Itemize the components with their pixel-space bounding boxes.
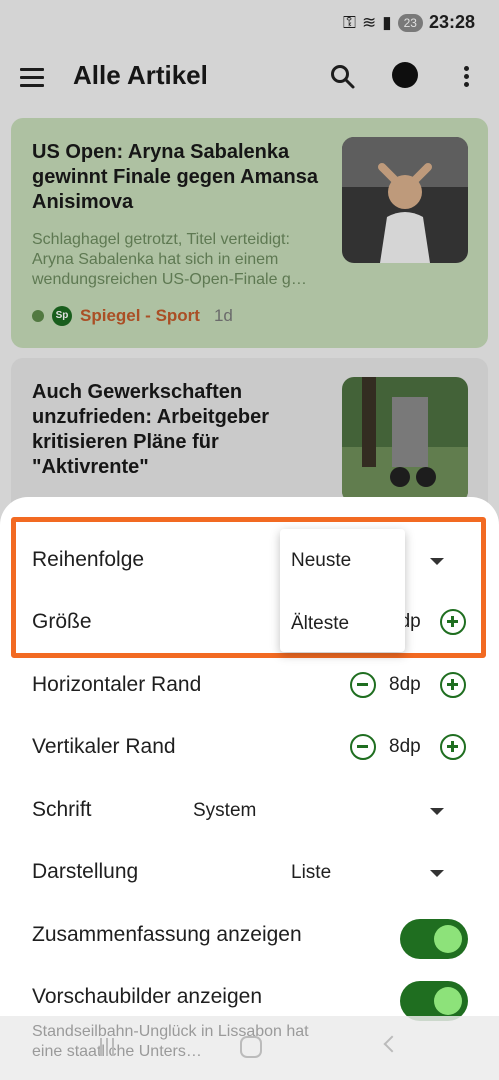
- toggle-knob: [434, 925, 462, 953]
- show-thumbnails-toggle[interactable]: [400, 981, 468, 1021]
- vertical-margin-label: Vertikaler Rand: [32, 735, 176, 758]
- display-select[interactable]: Liste: [291, 862, 331, 884]
- display-row[interactable]: Darstellung Liste: [0, 842, 499, 904]
- vertical-margin-row: Vertikaler Rand 8dp: [0, 717, 499, 779]
- font-label: Schrift: [32, 798, 92, 821]
- font-row[interactable]: Schrift System: [0, 780, 499, 842]
- horizontal-margin-label: Horizontaler Rand: [32, 673, 202, 696]
- font-select[interactable]: System: [193, 800, 256, 822]
- vertical-margin-value: 8dp: [389, 736, 421, 757]
- toggle-knob: [434, 987, 462, 1015]
- show-thumbnails-label: Vorschaubilder anzeigen: [32, 985, 262, 1008]
- home-icon[interactable]: [240, 1036, 262, 1058]
- horizontal-margin-row: Horizontaler Rand 8dp: [0, 655, 499, 717]
- display-label: Darstellung: [32, 860, 139, 883]
- background-article-peek: Standseilbahn-Unglück in Lissabon hat ei…: [32, 1023, 309, 1060]
- horizontal-margin-increase-button[interactable]: [440, 672, 466, 698]
- show-summary-label: Zusammenfassung anzeigen: [32, 923, 302, 946]
- horizontal-margin-value: 8dp: [389, 674, 421, 695]
- chevron-down-icon[interactable]: [430, 870, 444, 877]
- system-nav-bar: Standseilbahn-Unglück in Lissabon hat ei…: [0, 1016, 499, 1080]
- vertical-margin-increase-button[interactable]: [440, 734, 466, 760]
- recent-apps-icon[interactable]: [100, 1038, 120, 1058]
- back-icon[interactable]: [383, 1035, 401, 1053]
- order-option-newest[interactable]: Neuste: [291, 550, 351, 572]
- vertical-margin-decrease-button[interactable]: [350, 734, 376, 760]
- highlight-frame: [11, 517, 486, 658]
- order-option-oldest[interactable]: Älteste: [291, 613, 349, 635]
- order-dropdown-menu: Neuste Älteste: [280, 529, 405, 652]
- horizontal-margin-decrease-button[interactable]: [350, 672, 376, 698]
- show-summary-row[interactable]: Zusammenfassung anzeigen: [0, 905, 499, 967]
- chevron-down-icon[interactable]: [430, 808, 444, 815]
- show-summary-toggle[interactable]: [400, 919, 468, 959]
